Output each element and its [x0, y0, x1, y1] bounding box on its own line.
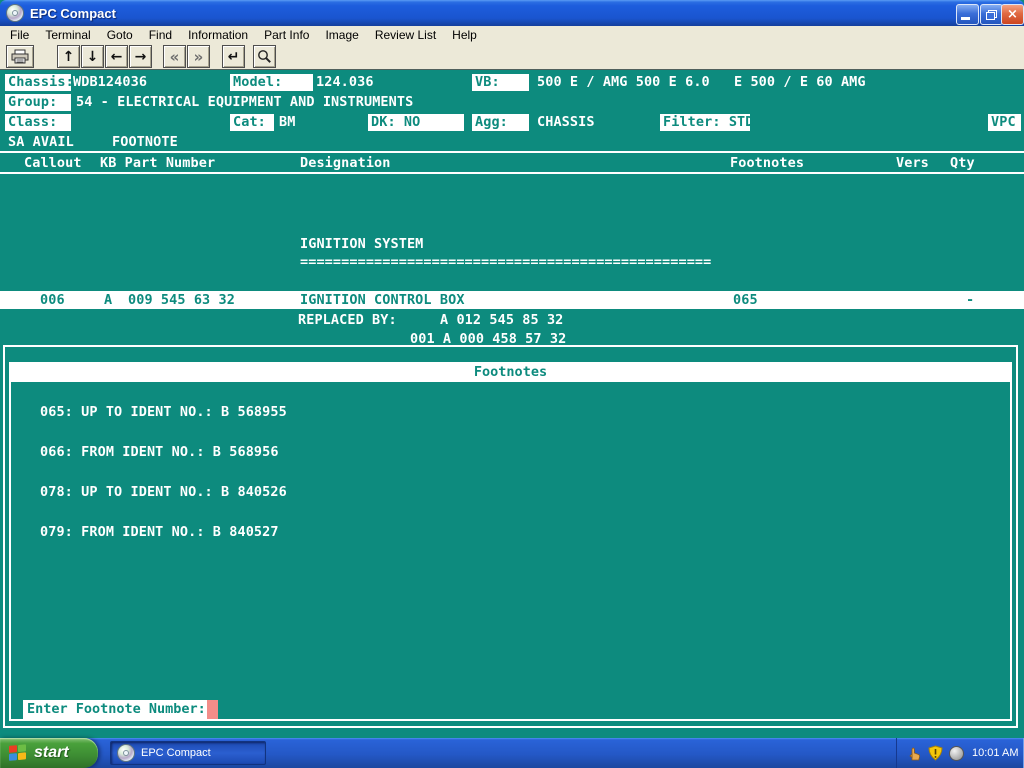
- footnote-mode-label: FOOTNOTE: [112, 134, 178, 151]
- section-title: IGNITION SYSTEM: [300, 236, 423, 253]
- taskbar: start EPC Compact 10:01 AM: [0, 738, 1024, 768]
- chassis-value: WDB124036: [73, 74, 147, 91]
- toolbar: ↑ ↓ ← → « » ↵: [0, 44, 1024, 70]
- dialog-title: Footnotes: [474, 364, 547, 380]
- column-header-footnotes: Footnotes: [730, 155, 804, 172]
- row-kb: A: [104, 291, 112, 309]
- up-arrow-icon: ↑: [63, 49, 75, 65]
- menu-item-help[interactable]: Help: [444, 27, 485, 43]
- vb-label: VB:: [472, 74, 529, 91]
- double-chevron-left-icon: «: [170, 48, 180, 66]
- title-bar: EPC Compact ×: [0, 0, 1024, 26]
- clock: 10:01 AM: [972, 747, 1018, 759]
- magnifier-icon: [257, 49, 272, 64]
- security-shield-tray-icon[interactable]: [928, 745, 943, 761]
- system-tray: 10:01 AM: [896, 738, 1024, 768]
- printer-icon: [11, 49, 29, 64]
- app-cd-icon: [6, 4, 24, 22]
- cat-label: Cat:: [230, 114, 274, 131]
- hand-cursor-tray-icon[interactable]: [906, 745, 922, 761]
- task-cd-icon: [117, 744, 135, 762]
- selected-part-row[interactable]: 006 A 009 545 63 32 IGNITION CONTROL BOX…: [0, 291, 1024, 309]
- left-arrow-icon: ←: [111, 49, 123, 65]
- footnote-entry-078: 078: UP TO IDENT NO.: B 840526: [40, 484, 287, 500]
- column-header-callout: Callout: [24, 155, 82, 172]
- row-qty: -: [966, 291, 974, 309]
- replaced-by-label: REPLACED BY:: [298, 312, 397, 329]
- column-header-qty: Qty: [950, 155, 975, 172]
- sa-avail-label: SA AVAIL: [8, 134, 74, 151]
- text-input-cursor[interactable]: [207, 700, 218, 719]
- agg-value: CHASSIS: [537, 114, 595, 131]
- group-label: Group:: [5, 94, 71, 111]
- group-value: 54 - ELECTRICAL EQUIPMENT AND INSTRUMENT…: [76, 94, 413, 111]
- window-title: EPC Compact: [30, 6, 116, 21]
- menu-bar: File Terminal Goto Find Information Part…: [0, 26, 1024, 44]
- cat-value: BM: [279, 114, 295, 131]
- minimize-button[interactable]: [956, 4, 979, 25]
- dialog-title-bar: Footnotes: [9, 362, 1012, 382]
- close-icon: ×: [1007, 8, 1018, 21]
- close-button[interactable]: ×: [1001, 4, 1024, 25]
- section-underline: ========================================…: [300, 254, 711, 271]
- menu-item-information[interactable]: Information: [180, 27, 256, 43]
- footnote-entry-066: 066: FROM IDENT NO.: B 568956: [40, 444, 279, 460]
- row-designation: IGNITION CONTROL BOX: [300, 291, 465, 309]
- model-label: Model:: [230, 74, 313, 91]
- windows-flag-icon: [9, 744, 28, 763]
- header-separator-top: [0, 151, 1024, 153]
- start-button[interactable]: start: [0, 738, 98, 768]
- class-label: Class:: [5, 114, 71, 131]
- page-back-button[interactable]: «: [163, 45, 186, 68]
- vpc-field[interactable]: VPC: [988, 114, 1021, 131]
- menu-item-find[interactable]: Find: [141, 27, 180, 43]
- menu-item-image[interactable]: Image: [317, 27, 366, 43]
- footnotes-dialog: Footnotes 065: UP TO IDENT NO.: B 568955…: [3, 345, 1018, 728]
- vb-value: 500 E / AMG 500 E 6.0: [537, 74, 710, 91]
- header-separator-bottom: [0, 172, 1024, 174]
- column-header-designation: Designation: [300, 155, 391, 172]
- footnote-entry-065: 065: UP TO IDENT NO.: B 568955: [40, 404, 287, 420]
- menu-item-part-info[interactable]: Part Info: [256, 27, 317, 43]
- print-button[interactable]: [6, 45, 34, 68]
- enter-arrow-icon: ↵: [228, 49, 240, 65]
- agg-label: Agg:: [472, 114, 529, 131]
- nav-left-button[interactable]: ←: [105, 45, 128, 68]
- restore-icon: [986, 10, 997, 20]
- column-header-vers: Vers: [896, 155, 929, 172]
- menu-item-goto[interactable]: Goto: [99, 27, 141, 43]
- epc-compact-window: EPC Compact × File Terminal Goto Find In…: [0, 0, 1024, 768]
- footnote-prompt-label: Enter Footnote Number:: [23, 700, 210, 719]
- task-label: EPC Compact: [141, 747, 211, 759]
- menu-item-terminal[interactable]: Terminal: [37, 27, 98, 43]
- nav-up-button[interactable]: ↑: [57, 45, 80, 68]
- model-value: 124.036: [316, 74, 374, 91]
- vb-value-2: E 500 / E 60 AMG: [734, 74, 866, 91]
- nav-right-button[interactable]: →: [129, 45, 152, 68]
- start-label: start: [34, 744, 69, 762]
- right-arrow-icon: →: [135, 49, 147, 65]
- filter-field: Filter: STD: [660, 114, 750, 131]
- dk-field: DK: NO: [368, 114, 464, 131]
- column-header-kb-part-number: KB Part Number: [100, 155, 215, 172]
- row-part-number: 009 545 63 32: [128, 291, 235, 309]
- row-callout: 006: [40, 291, 65, 309]
- menu-item-file[interactable]: File: [2, 27, 37, 43]
- menu-item-review-list[interactable]: Review List: [367, 27, 444, 43]
- minimize-icon: [961, 17, 970, 20]
- page-forward-button[interactable]: »: [187, 45, 210, 68]
- row-footnotes: 065: [733, 291, 758, 309]
- nav-down-button[interactable]: ↓: [81, 45, 104, 68]
- footnote-entry-079: 079: FROM IDENT NO.: B 840527: [40, 524, 279, 540]
- double-chevron-right-icon: »: [194, 48, 204, 66]
- down-arrow-icon: ↓: [87, 49, 99, 65]
- chassis-label: Chassis:: [5, 74, 71, 91]
- zoom-button[interactable]: [253, 45, 276, 68]
- enter-button[interactable]: ↵: [222, 45, 245, 68]
- taskbar-task-epc-compact[interactable]: EPC Compact: [110, 741, 266, 765]
- restore-button[interactable]: [980, 4, 1003, 25]
- replaced-by-value: A 012 545 85 32: [440, 312, 563, 329]
- volume-tray-icon[interactable]: [949, 746, 964, 761]
